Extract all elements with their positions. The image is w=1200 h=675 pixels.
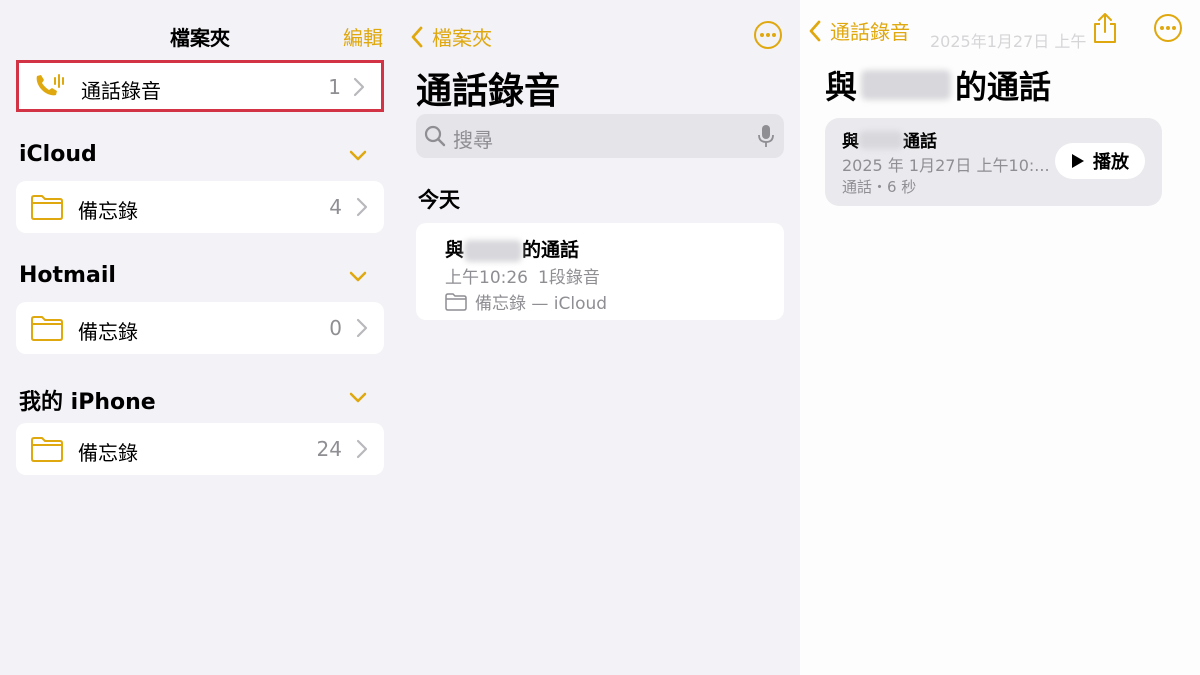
folder-count: 4 bbox=[329, 195, 342, 219]
search-field[interactable]: 搜尋 bbox=[416, 114, 784, 158]
folder-icon bbox=[445, 292, 467, 311]
recording-date: 2025 年 1月27日 上午10:... bbox=[842, 156, 1050, 175]
folder-label: 備忘錄 bbox=[78, 199, 138, 223]
folder-hotmail-notes[interactable]: 備忘錄 0 bbox=[16, 302, 384, 354]
section-title-hotmail: Hotmail bbox=[19, 263, 116, 288]
note-detail-pane: 通話錄音 2025年1月27日 上午 與的通話 與通話 2025 年 1月27日… bbox=[800, 0, 1200, 675]
back-label: 通話錄音 bbox=[830, 20, 910, 44]
folder-count: 24 bbox=[316, 437, 342, 461]
folder-iphone-notes[interactable]: 備忘錄 24 bbox=[16, 423, 384, 475]
more-options-icon[interactable] bbox=[753, 20, 783, 50]
chevron-right-icon bbox=[356, 197, 368, 217]
more-options-icon[interactable] bbox=[1153, 13, 1183, 43]
redacted-name bbox=[464, 239, 523, 262]
section-title-my-iphone: 我的 iPhone bbox=[19, 390, 156, 415]
folder-icon bbox=[31, 195, 63, 220]
folder-count: 0 bbox=[329, 316, 342, 340]
chevron-right-icon bbox=[356, 318, 368, 338]
chevron-down-icon[interactable] bbox=[348, 392, 368, 404]
note-meta: 上午10:26 1段錄音 bbox=[445, 263, 610, 288]
chevron-right-icon bbox=[353, 77, 365, 97]
section-title-icloud: iCloud bbox=[19, 142, 97, 167]
search-icon bbox=[424, 125, 446, 147]
phone-waveform-icon bbox=[36, 74, 64, 96]
folder-icon bbox=[31, 437, 63, 462]
list-heading: 通話錄音 bbox=[416, 71, 561, 112]
back-to-list-button[interactable]: 通話錄音 bbox=[808, 16, 910, 45]
microphone-icon[interactable] bbox=[758, 124, 774, 148]
note-title: 與的通話 bbox=[445, 239, 580, 262]
folder-call-recordings[interactable]: 通話錄音 1 bbox=[16, 60, 384, 112]
folder-icon bbox=[31, 316, 63, 341]
search-placeholder: 搜尋 bbox=[453, 128, 493, 152]
note-heading: 與的通話 bbox=[825, 68, 1052, 106]
play-icon bbox=[1072, 154, 1084, 168]
notes-list-pane: 檔案夾 通話錄音 搜尋 今天 與的通話 上午10:26 1段錄音 備忘錄 — iC… bbox=[400, 0, 800, 675]
folder-icloud-notes[interactable]: 備忘錄 4 bbox=[16, 181, 384, 233]
folder-count: 1 bbox=[328, 75, 341, 99]
chevron-left-icon bbox=[809, 20, 821, 41]
chevron-down-icon[interactable] bbox=[348, 150, 368, 162]
note-recording-count: 1段錄音 bbox=[538, 268, 600, 288]
section-today: 今天 bbox=[418, 188, 460, 212]
recording-duration: 通話・6 秒 bbox=[842, 178, 917, 196]
faint-header-date: 2025年1月27日 上午 bbox=[930, 32, 1087, 51]
play-button[interactable]: 播放 bbox=[1055, 143, 1145, 179]
share-icon[interactable] bbox=[1092, 12, 1118, 44]
redacted-name bbox=[859, 130, 903, 149]
note-time: 上午10:26 bbox=[445, 268, 528, 288]
edit-button[interactable]: 編輯 bbox=[343, 22, 383, 51]
note-location: 備忘錄 — iCloud bbox=[445, 289, 607, 314]
folders-title: 檔案夾 bbox=[170, 26, 230, 50]
back-to-folders-button[interactable]: 檔案夾 bbox=[410, 22, 492, 51]
folder-label: 通話錄音 bbox=[81, 79, 161, 103]
folder-label: 備忘錄 bbox=[78, 441, 138, 465]
folders-pane: 檔案夾 編輯 通話錄音 1 iCloud 備忘錄 4 Hotmail 備忘錄 0… bbox=[0, 0, 400, 675]
chevron-down-icon[interactable] bbox=[348, 271, 368, 283]
back-label: 檔案夾 bbox=[432, 26, 492, 50]
redacted-name bbox=[861, 70, 952, 100]
recording-title: 與通話 bbox=[842, 130, 937, 152]
folder-label: 備忘錄 bbox=[78, 320, 138, 344]
note-list-item[interactable]: 與的通話 上午10:26 1段錄音 備忘錄 — iCloud bbox=[416, 223, 784, 320]
chevron-left-icon bbox=[411, 26, 423, 47]
call-recording-card[interactable]: 與通話 2025 年 1月27日 上午10:... 通話・6 秒 播放 bbox=[825, 118, 1162, 206]
chevron-right-icon bbox=[356, 439, 368, 459]
